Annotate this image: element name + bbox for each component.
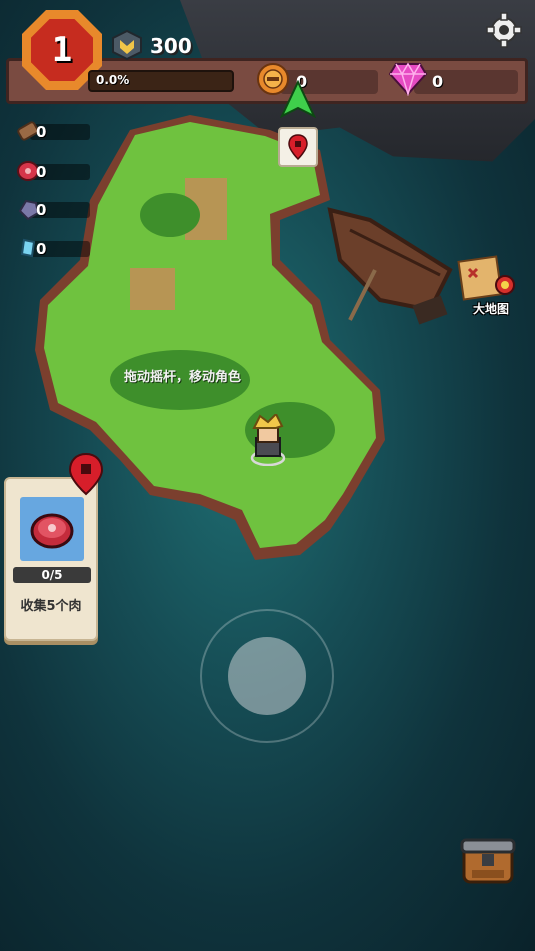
meat-icon [30, 513, 74, 549]
material-meat: 0 [16, 159, 96, 183]
quest-description: 收集5个肉 [20, 599, 82, 614]
stone-count: 0 [36, 201, 47, 219]
level-progress-text: 0.0% [96, 73, 130, 87]
backpack-icon[interactable] [458, 832, 518, 888]
quest-progress-bar: 0/5 [13, 567, 91, 583]
crystal-count: 0 [36, 240, 47, 258]
wood-count: 0 [36, 123, 47, 141]
material-wood: 0 [16, 119, 96, 143]
xp-icon [112, 29, 142, 61]
quest-card[interactable]: 0/5 收集5个肉 [4, 477, 98, 641]
meat-count: 0 [36, 163, 47, 181]
xp-value: 300 [150, 34, 192, 58]
location-pin-icon [288, 134, 308, 160]
level-progress-bar: 0.0% [88, 70, 234, 92]
player-character [250, 414, 286, 466]
settings-gear-icon[interactable] [486, 12, 522, 48]
quest-progress-text: 0/5 [41, 568, 63, 582]
gem-icon [388, 62, 428, 96]
gem-counter-box [414, 70, 518, 94]
direction-arrow-icon [280, 80, 316, 119]
shipwreck [327, 207, 453, 325]
joystick-knob[interactable] [228, 637, 306, 715]
location-pin-marker[interactable] [278, 127, 318, 167]
level-number: 1 [31, 19, 93, 81]
world-map-label[interactable]: 大地图 [456, 300, 526, 317]
quest-meat-image [20, 497, 84, 561]
joystick-hint-text: 拖动摇杆，移动角色 [123, 370, 241, 385]
material-stone: 0 [16, 197, 96, 221]
material-crystal: 0 [16, 236, 96, 260]
gem-value: 0 [432, 72, 444, 91]
quest-pin-icon [68, 452, 104, 496]
